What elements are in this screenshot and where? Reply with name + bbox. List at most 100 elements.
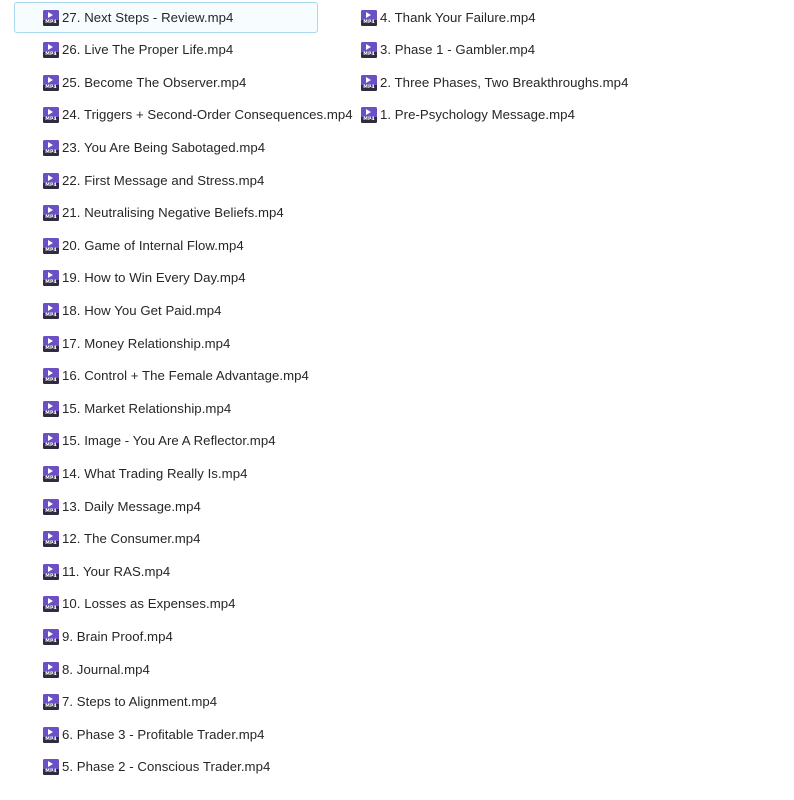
mp4-video-file-icon: MP4 xyxy=(43,726,59,743)
file-list-item[interactable]: MP4 12. The Consumer.mp4 xyxy=(14,524,318,555)
mp4-video-file-icon: MP4 xyxy=(43,694,59,711)
play-triangle-icon xyxy=(48,76,53,83)
play-triangle-icon xyxy=(48,565,53,572)
mp4-icon-format-label: MP4 xyxy=(43,52,59,59)
file-name-label: 24. Triggers + Second-Order Consequences… xyxy=(62,107,353,123)
mp4-video-file-icon: MP4 xyxy=(43,661,59,678)
file-list-item[interactable]: MP4 15. Image - You Are A Reflector.mp4 xyxy=(14,426,318,457)
play-triangle-icon xyxy=(48,761,53,768)
file-list-item[interactable]: MP4 25. Become The Observer.mp4 xyxy=(14,67,318,98)
file-list-item[interactable]: MP4 1. Pre-Psychology Message.mp4 xyxy=(346,100,646,131)
file-list-item[interactable]: MP4 11. Your RAS.mp4 xyxy=(14,556,318,587)
play-triangle-icon xyxy=(48,630,53,637)
file-name-label: 9. Brain Proof.mp4 xyxy=(62,628,173,644)
mp4-icon-format-label: MP4 xyxy=(43,638,59,645)
file-list-item[interactable]: MP4 16. Control + The Female Advantage.mp… xyxy=(14,361,318,392)
file-list-item[interactable]: MP4 20. Game of Internal Flow.mp4 xyxy=(14,230,318,261)
mp4-icon-format-label: MP4 xyxy=(43,508,59,515)
file-list-item[interactable]: MP4 17. Money Relationship.mp4 xyxy=(14,328,318,359)
file-name-label: 14. What Trading Really Is.mp4 xyxy=(62,465,248,481)
file-list-item[interactable]: MP4 27. Next Steps - Review.mp4 xyxy=(14,2,318,33)
mp4-icon-format-label: MP4 xyxy=(43,606,59,613)
mp4-video-file-icon: MP4 xyxy=(43,74,59,91)
file-list-item[interactable]: MP4 15. Market Relationship.mp4 xyxy=(14,393,318,424)
play-triangle-icon xyxy=(48,728,53,735)
mp4-video-file-icon: MP4 xyxy=(43,531,59,548)
file-list-view[interactable]: MP4 27. Next Steps - Review.mp4 MP4 26. Liv… xyxy=(0,0,794,800)
file-name-label: 23. You Are Being Sabotaged.mp4 xyxy=(62,139,266,155)
file-list-item[interactable]: MP4 19. How to Win Every Day.mp4 xyxy=(14,263,318,294)
mp4-video-file-icon: MP4 xyxy=(43,205,59,222)
mp4-video-file-icon: MP4 xyxy=(43,498,59,515)
file-list-item[interactable]: MP4 6. Phase 3 - Profitable Trader.mp4 xyxy=(14,719,318,750)
mp4-icon-format-label: MP4 xyxy=(43,704,59,711)
file-list-item[interactable]: MP4 2. Three Phases, Two Breakthroughs.mp… xyxy=(346,67,646,98)
mp4-video-file-icon: MP4 xyxy=(361,74,377,91)
mp4-icon-format-label: MP4 xyxy=(43,117,59,124)
mp4-icon-format-label: MP4 xyxy=(43,19,59,26)
file-name-label: 19. How to Win Every Day.mp4 xyxy=(62,270,246,286)
file-list-item[interactable]: MP4 23. You Are Being Sabotaged.mp4 xyxy=(14,132,318,163)
mp4-video-file-icon: MP4 xyxy=(43,107,59,124)
file-name-label: 20. Game of Internal Flow.mp4 xyxy=(62,237,244,253)
mp4-video-file-icon: MP4 xyxy=(43,302,59,319)
play-triangle-icon xyxy=(48,663,53,670)
file-name-label: 10. Losses as Expenses.mp4 xyxy=(62,596,236,612)
file-name-label: 12. The Consumer.mp4 xyxy=(62,531,201,547)
mp4-icon-format-label: MP4 xyxy=(361,52,377,59)
file-list-item[interactable]: MP4 9. Brain Proof.mp4 xyxy=(14,621,318,652)
mp4-icon-format-label: MP4 xyxy=(43,182,59,189)
file-list-item[interactable]: MP4 22. First Message and Stress.mp4 xyxy=(14,165,318,196)
play-triangle-icon xyxy=(48,272,53,279)
file-list-item[interactable]: MP4 7. Steps to Alignment.mp4 xyxy=(14,687,318,718)
file-list-item[interactable]: MP4 14. What Trading Really Is.mp4 xyxy=(14,458,318,489)
file-name-label: 25. Become The Observer.mp4 xyxy=(62,74,247,90)
mp4-video-file-icon: MP4 xyxy=(361,107,377,124)
mp4-icon-format-label: MP4 xyxy=(361,84,377,91)
file-list-item[interactable]: MP4 24. Triggers + Second-Order Consequen… xyxy=(14,100,353,131)
file-name-label: 22. First Message and Stress.mp4 xyxy=(62,172,265,188)
mp4-icon-format-label: MP4 xyxy=(43,475,59,482)
mp4-video-file-icon: MP4 xyxy=(43,400,59,417)
mp4-icon-format-label: MP4 xyxy=(43,215,59,222)
play-triangle-icon xyxy=(366,44,371,51)
file-list-item[interactable]: MP4 5. Phase 2 - Conscious Trader.mp4 xyxy=(14,752,318,783)
play-triangle-icon xyxy=(48,696,53,703)
mp4-icon-format-label: MP4 xyxy=(43,84,59,91)
mp4-video-file-icon: MP4 xyxy=(43,759,59,776)
file-list-item[interactable]: MP4 10. Losses as Expenses.mp4 xyxy=(14,589,318,620)
mp4-video-file-icon: MP4 xyxy=(361,42,377,59)
play-triangle-icon xyxy=(48,141,53,148)
file-list-item[interactable]: MP4 18. How You Get Paid.mp4 xyxy=(14,295,318,326)
play-triangle-icon xyxy=(366,76,371,83)
file-name-label: 4. Thank Your Failure.mp4 xyxy=(380,9,536,25)
file-name-label: 5. Phase 2 - Conscious Trader.mp4 xyxy=(62,759,271,775)
mp4-video-file-icon: MP4 xyxy=(43,596,59,613)
file-name-label: 13. Daily Message.mp4 xyxy=(62,498,201,514)
file-name-label: 27. Next Steps - Review.mp4 xyxy=(62,9,234,25)
file-list-item[interactable]: MP4 3. Phase 1 - Gambler.mp4 xyxy=(346,35,646,66)
file-name-label: 17. Money Relationship.mp4 xyxy=(62,335,231,351)
file-list-item[interactable]: MP4 4. Thank Your Failure.mp4 xyxy=(346,2,646,33)
file-list-item[interactable]: MP4 8. Journal.mp4 xyxy=(14,654,318,685)
file-name-label: 7. Steps to Alignment.mp4 xyxy=(62,694,218,710)
mp4-icon-format-label: MP4 xyxy=(43,345,59,352)
mp4-video-file-icon: MP4 xyxy=(43,172,59,189)
mp4-video-file-icon: MP4 xyxy=(43,237,59,254)
file-list-item[interactable]: MP4 13. Daily Message.mp4 xyxy=(14,491,318,522)
mp4-video-file-icon: MP4 xyxy=(43,433,59,450)
mp4-video-file-icon: MP4 xyxy=(43,628,59,645)
file-name-label: 15. Image - You Are A Reflector.mp4 xyxy=(62,433,276,449)
mp4-icon-format-label: MP4 xyxy=(43,410,59,417)
mp4-icon-format-label: MP4 xyxy=(43,769,59,776)
file-list-item[interactable]: MP4 21. Neutralising Negative Beliefs.mp4 xyxy=(14,198,318,229)
mp4-icon-format-label: MP4 xyxy=(43,671,59,678)
play-triangle-icon xyxy=(48,207,53,214)
play-triangle-icon xyxy=(48,500,53,507)
play-triangle-icon xyxy=(366,11,371,18)
file-list-item[interactable]: MP4 26. Live The Proper Life.mp4 xyxy=(14,35,318,66)
file-name-label: 21. Neutralising Negative Beliefs.mp4 xyxy=(62,205,284,221)
mp4-video-file-icon: MP4 xyxy=(43,9,59,26)
mp4-video-file-icon: MP4 xyxy=(43,368,59,385)
mp4-icon-format-label: MP4 xyxy=(43,149,59,156)
